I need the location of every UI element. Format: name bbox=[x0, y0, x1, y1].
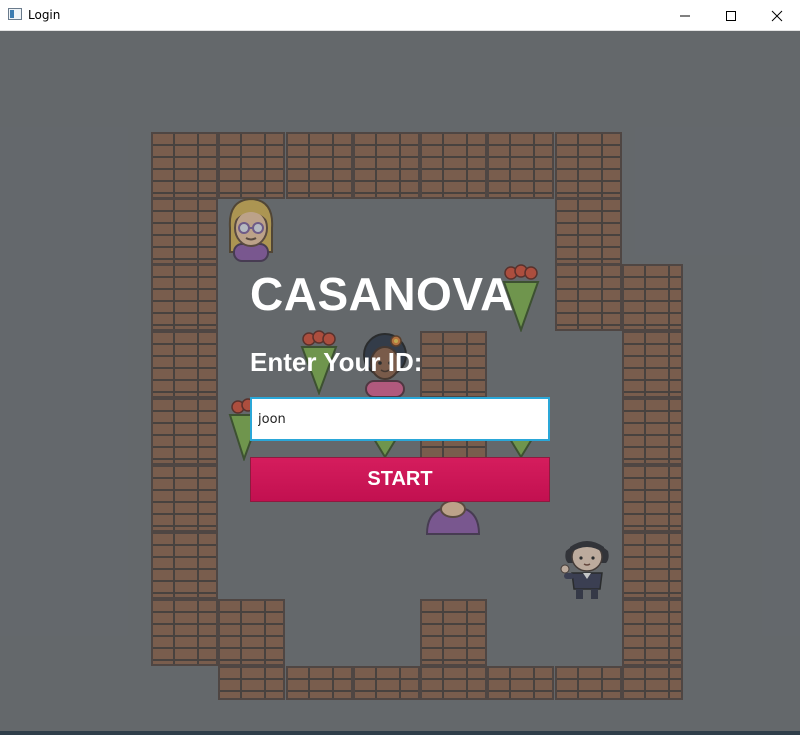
page-title: CASANOVA bbox=[250, 268, 514, 320]
id-label: Enter Your ID: bbox=[250, 347, 423, 377]
maximize-icon bbox=[726, 10, 736, 21]
dim-overlay bbox=[0, 31, 800, 735]
window-title: Login bbox=[28, 8, 61, 22]
minimize-button[interactable] bbox=[662, 0, 708, 31]
id-input[interactable] bbox=[250, 397, 550, 441]
start-button[interactable]: START bbox=[250, 457, 550, 502]
title-bar: Login bbox=[0, 0, 800, 31]
window-client-area: CASANOVA Enter Your ID: START bbox=[0, 31, 800, 735]
close-icon bbox=[771, 10, 783, 21]
maximize-button[interactable] bbox=[708, 0, 754, 31]
minimize-icon bbox=[680, 15, 690, 16]
window-bottom-border bbox=[0, 731, 800, 735]
window-app-icon bbox=[8, 8, 22, 20]
close-button[interactable] bbox=[754, 0, 800, 31]
